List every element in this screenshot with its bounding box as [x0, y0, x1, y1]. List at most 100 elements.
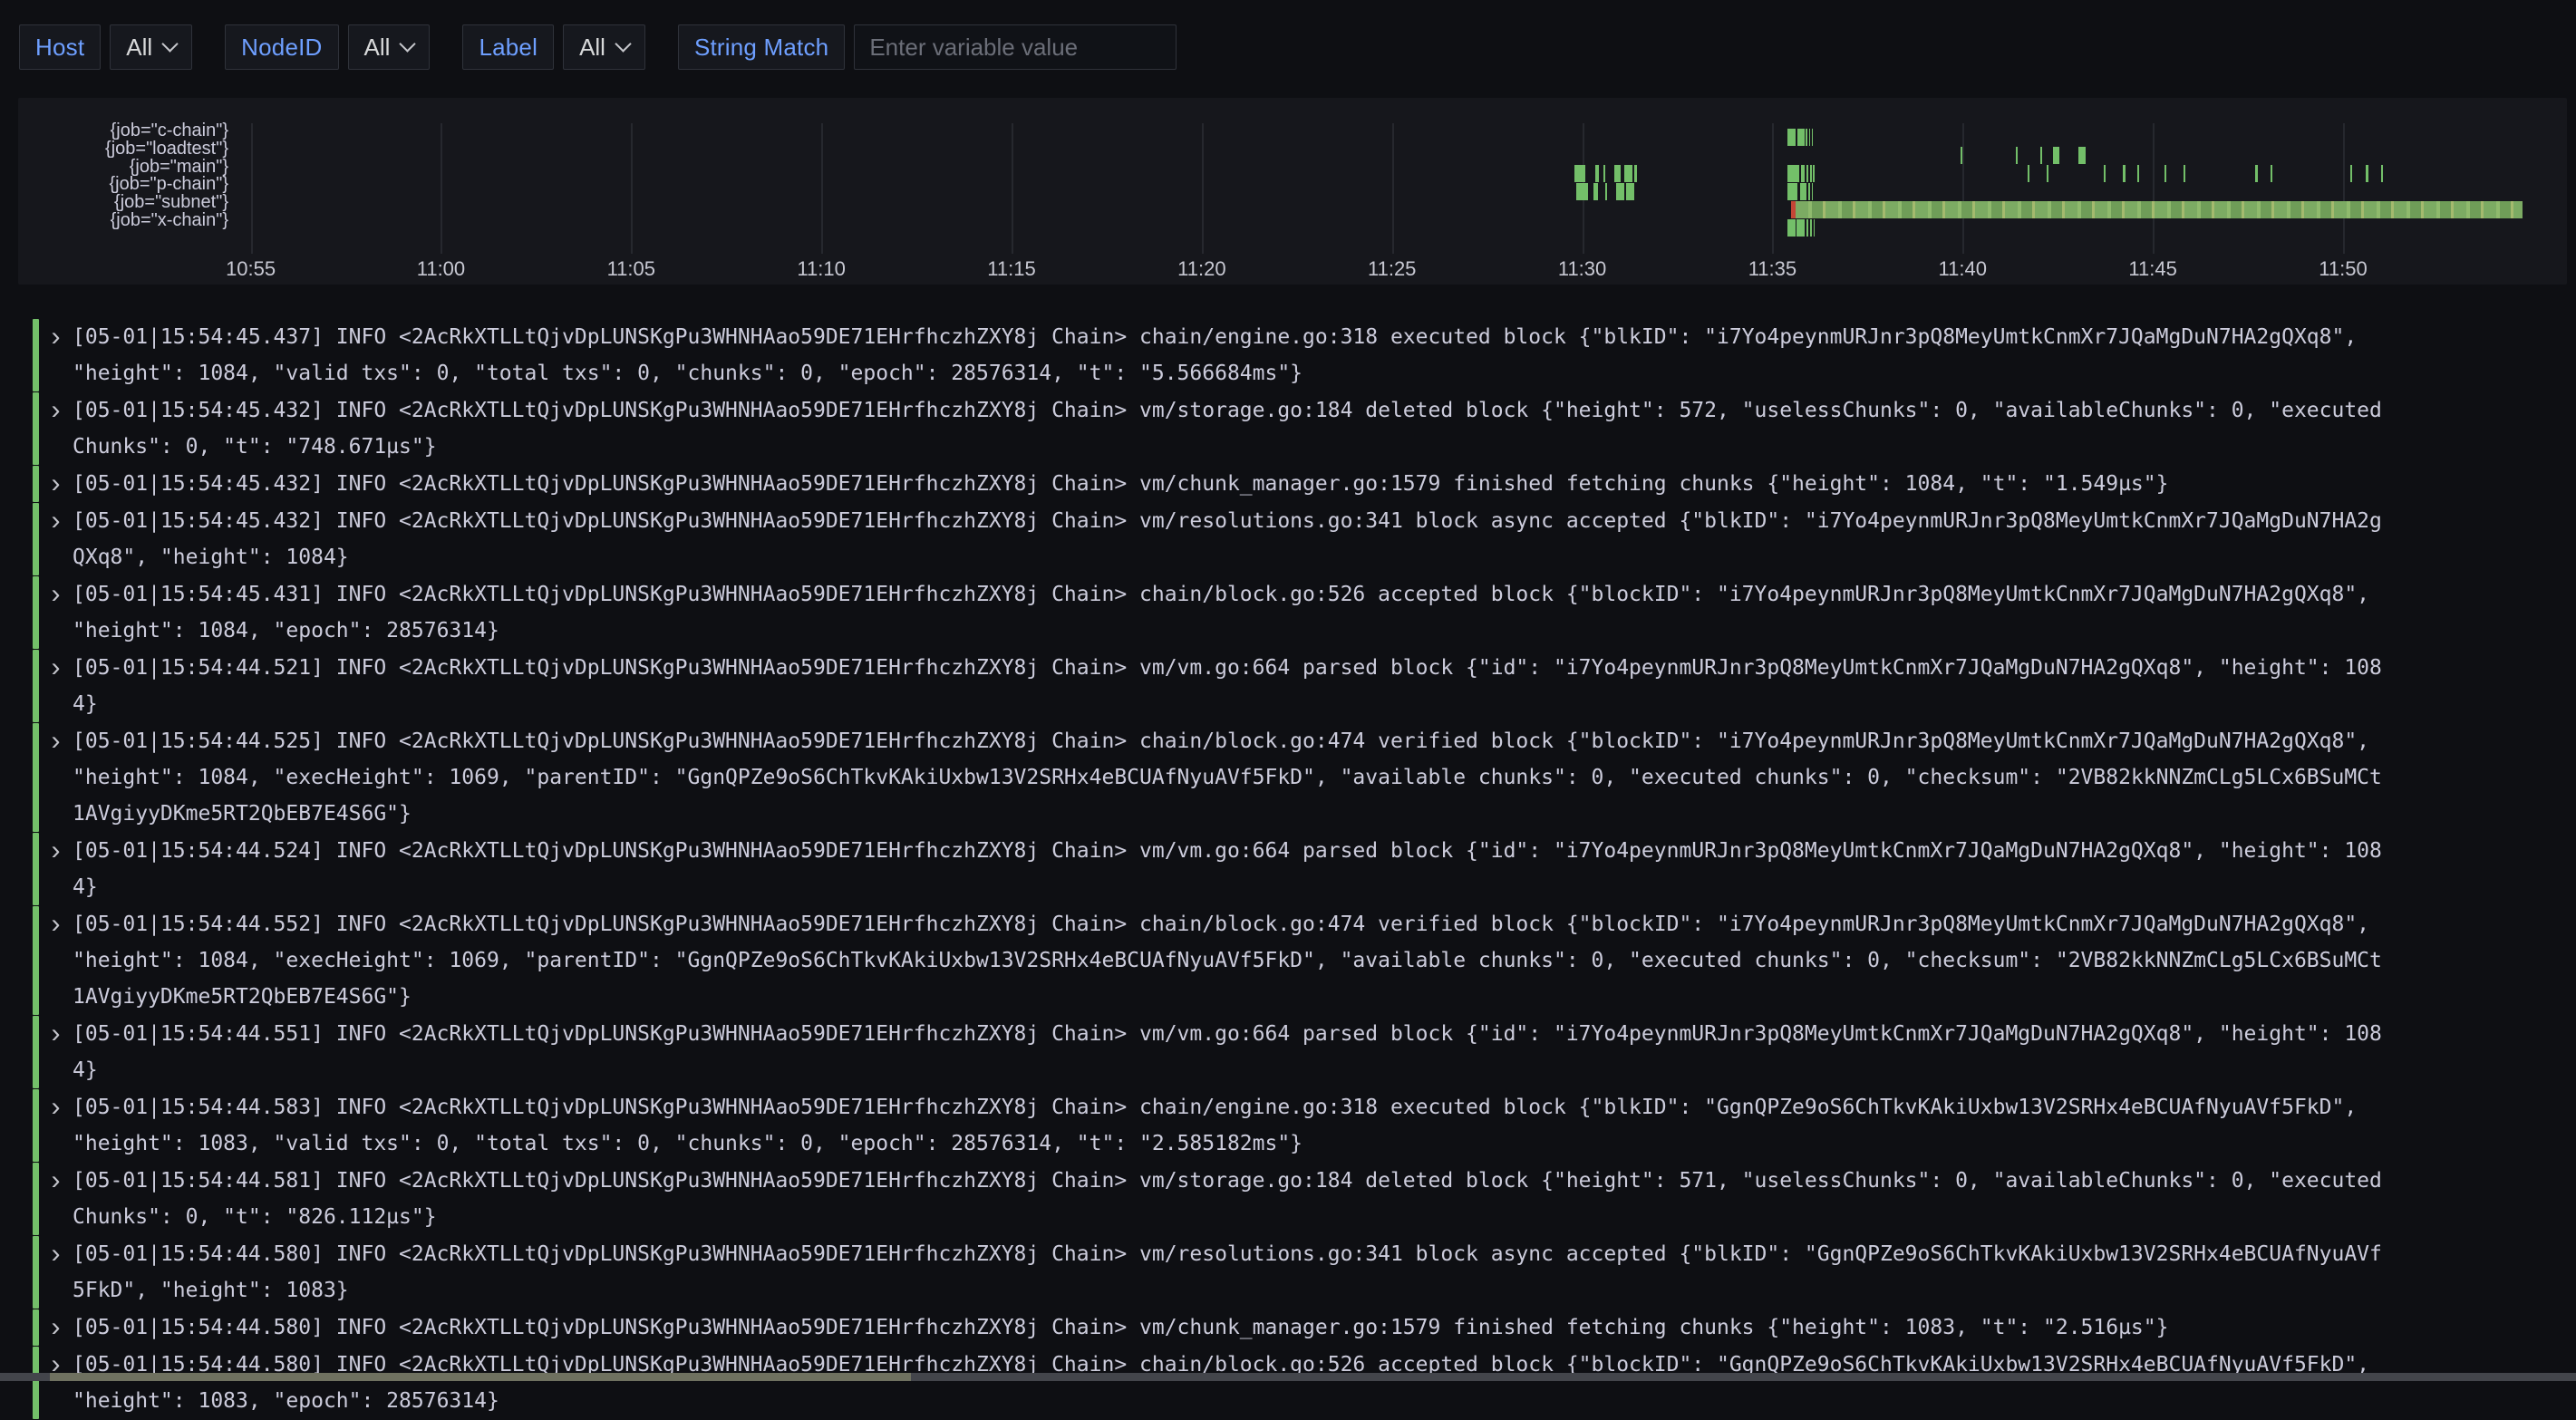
volume-bar: [2137, 165, 2139, 182]
log-message: [05-01|15:54:44.525] INFO <2AcRkXTLLtQjv…: [73, 723, 2382, 832]
time-tick-label: 11:45: [2128, 257, 2176, 281]
log-message: [05-01|15:54:44.551] INFO <2AcRkXTLLtQjv…: [73, 1016, 2382, 1088]
log-row[interactable]: ›[05-01|15:54:45.437] INFO <2AcRkXTLLtQj…: [33, 319, 2561, 391]
time-tick-label: 11:40: [1939, 257, 1987, 281]
volume-bar: [2040, 147, 2042, 164]
log-level-indicator: [33, 503, 39, 575]
variable-group-string-match: String Match: [678, 24, 1177, 70]
expand-log-chevron-icon[interactable]: ›: [39, 392, 73, 465]
expand-log-chevron-icon[interactable]: ›: [39, 576, 73, 649]
time-tick-label: 10:55: [226, 257, 276, 281]
log-row[interactable]: ›[05-01|15:54:44.521] INFO <2AcRkXTLLtQj…: [33, 650, 2561, 722]
chart-legend: {job="c-chain"}{job="loadtest"}{job="mai…: [18, 122, 228, 230]
log-row[interactable]: ›[05-01|15:54:44.524] INFO <2AcRkXTLLtQj…: [33, 833, 2561, 905]
log-level-indicator: [33, 466, 39, 502]
volume-bar: [1787, 219, 1795, 237]
expand-log-chevron-icon[interactable]: ›: [39, 906, 73, 1015]
log-level-indicator: [33, 906, 39, 1015]
log-level-indicator: [33, 833, 39, 905]
expand-log-chevron-icon[interactable]: ›: [39, 1163, 73, 1235]
log-list: ›[05-01|15:54:45.437] INFO <2AcRkXTLLtQj…: [33, 319, 2561, 1420]
gridline: [631, 123, 633, 254]
log-message: [05-01|15:54:45.432] INFO <2AcRkXTLLtQjv…: [73, 466, 2382, 502]
expand-log-chevron-icon[interactable]: ›: [39, 319, 73, 391]
expand-log-chevron-icon[interactable]: ›: [39, 1309, 73, 1346]
log-row[interactable]: ›[05-01|15:54:44.525] INFO <2AcRkXTLLtQj…: [33, 723, 2561, 832]
volume-bar: [2016, 147, 2018, 164]
log-row[interactable]: ›[05-01|15:54:45.432] INFO <2AcRkXTLLtQj…: [33, 392, 2561, 465]
log-message: [05-01|15:54:45.432] INFO <2AcRkXTLLtQjv…: [73, 503, 2382, 575]
log-row[interactable]: ›[05-01|15:54:44.580] INFO <2AcRkXTLLtQj…: [33, 1236, 2561, 1309]
volume-bar: [1810, 165, 1812, 182]
volume-bar: [1812, 183, 1814, 200]
expand-log-chevron-icon[interactable]: ›: [39, 1236, 73, 1309]
volume-bar: [1791, 201, 1796, 218]
string-match-input[interactable]: [854, 24, 1177, 70]
variable-label-host[interactable]: Host: [19, 24, 101, 70]
expand-log-chevron-icon[interactable]: ›: [39, 833, 73, 905]
variable-label-label[interactable]: Label: [462, 24, 554, 70]
gridline: [251, 123, 253, 254]
log-message: [05-01|15:54:44.580] INFO <2AcRkXTLLtQjv…: [73, 1347, 2382, 1419]
legend-item[interactable]: {job="loadtest"}: [18, 140, 228, 159]
nodeid-variable-value: All: [364, 34, 391, 62]
expand-log-chevron-icon[interactable]: ›: [39, 503, 73, 575]
variables-bar: Host All NodeID All Label All: [0, 0, 2576, 70]
volume-bar: [1787, 129, 1796, 146]
log-row[interactable]: ›[05-01|15:54:44.551] INFO <2AcRkXTLLtQj…: [33, 1016, 2561, 1088]
volume-bar: [1574, 165, 1585, 182]
expand-log-chevron-icon[interactable]: ›: [39, 466, 73, 502]
variable-group-label: Label All: [462, 24, 645, 70]
log-level-indicator: [33, 1016, 39, 1088]
nodeid-variable-dropdown[interactable]: All: [348, 24, 431, 70]
label-variable-dropdown[interactable]: All: [563, 24, 645, 70]
legend-item[interactable]: {job="subnet"}: [18, 194, 228, 212]
volume-bar: [1593, 183, 1598, 200]
log-row[interactable]: ›[05-01|15:54:44.552] INFO <2AcRkXTLLtQj…: [33, 906, 2561, 1015]
variable-label-text: NodeID: [241, 34, 322, 62]
expand-log-chevron-icon[interactable]: ›: [39, 1016, 73, 1088]
volume-bar: [2366, 165, 2368, 182]
host-variable-dropdown[interactable]: All: [110, 24, 192, 70]
log-row[interactable]: ›[05-01|15:54:45.432] INFO <2AcRkXTLLtQj…: [33, 466, 2561, 502]
volume-bar: [1603, 165, 1605, 182]
legend-item[interactable]: {job="x-chain"}: [18, 212, 228, 230]
volume-bar: [1801, 165, 1805, 182]
legend-item[interactable]: {job="c-chain"}: [18, 122, 228, 140]
volume-bar: [1806, 219, 1808, 237]
volume-bar: [2255, 165, 2257, 182]
log-message: [05-01|15:54:44.524] INFO <2AcRkXTLLtQjv…: [73, 833, 2382, 905]
time-tick-label: 11:15: [987, 257, 1035, 281]
expand-log-chevron-icon[interactable]: ›: [39, 650, 73, 722]
expand-log-chevron-icon[interactable]: ›: [39, 1347, 73, 1419]
log-message: [05-01|15:54:44.583] INFO <2AcRkXTLLtQjv…: [73, 1089, 2382, 1162]
volume-bar: [1787, 183, 1797, 200]
grafana-dashboard: Host All NodeID All Label All: [0, 0, 2576, 70]
expand-log-chevron-icon[interactable]: ›: [39, 723, 73, 832]
variable-label-nodeid[interactable]: NodeID: [225, 24, 338, 70]
variable-label-string-match[interactable]: String Match: [678, 24, 845, 70]
volume-bar: [1810, 219, 1812, 237]
log-level-indicator: [33, 650, 39, 722]
time-axis: 10:5511:0011:0511:1011:1511:2011:2511:30…: [239, 257, 2556, 283]
log-level-indicator: [33, 1236, 39, 1309]
log-row[interactable]: ›[05-01|15:54:45.431] INFO <2AcRkXTLLtQj…: [33, 576, 2561, 649]
volume-bar: [1797, 129, 1805, 146]
log-row[interactable]: ›[05-01|15:54:44.581] INFO <2AcRkXTLLtQj…: [33, 1163, 2561, 1235]
volume-bar: [1595, 165, 1599, 182]
log-row[interactable]: ›[05-01|15:54:44.583] INFO <2AcRkXTLLtQj…: [33, 1089, 2561, 1162]
variable-label-text: Host: [35, 34, 84, 62]
gridline: [1202, 123, 1204, 254]
log-message: [05-01|15:54:44.552] INFO <2AcRkXTLLtQjv…: [73, 906, 2382, 1015]
log-level-indicator: [33, 1089, 39, 1162]
volume-bar: [1626, 183, 1634, 200]
log-row[interactable]: ›[05-01|15:54:44.580] INFO <2AcRkXTLLtQj…: [33, 1347, 2561, 1419]
log-row[interactable]: ›[05-01|15:54:44.580] INFO <2AcRkXTLLtQj…: [33, 1309, 2561, 1346]
volume-bar: [2078, 147, 2086, 164]
bottom-partial-row: [0, 1373, 2576, 1381]
log-row[interactable]: ›[05-01|15:54:45.432] INFO <2AcRkXTLLtQj…: [33, 503, 2561, 575]
variable-group-nodeid: NodeID All: [225, 24, 430, 70]
volume-bar: [1634, 165, 1637, 182]
expand-log-chevron-icon[interactable]: ›: [39, 1089, 73, 1162]
gridline: [1392, 123, 1394, 254]
